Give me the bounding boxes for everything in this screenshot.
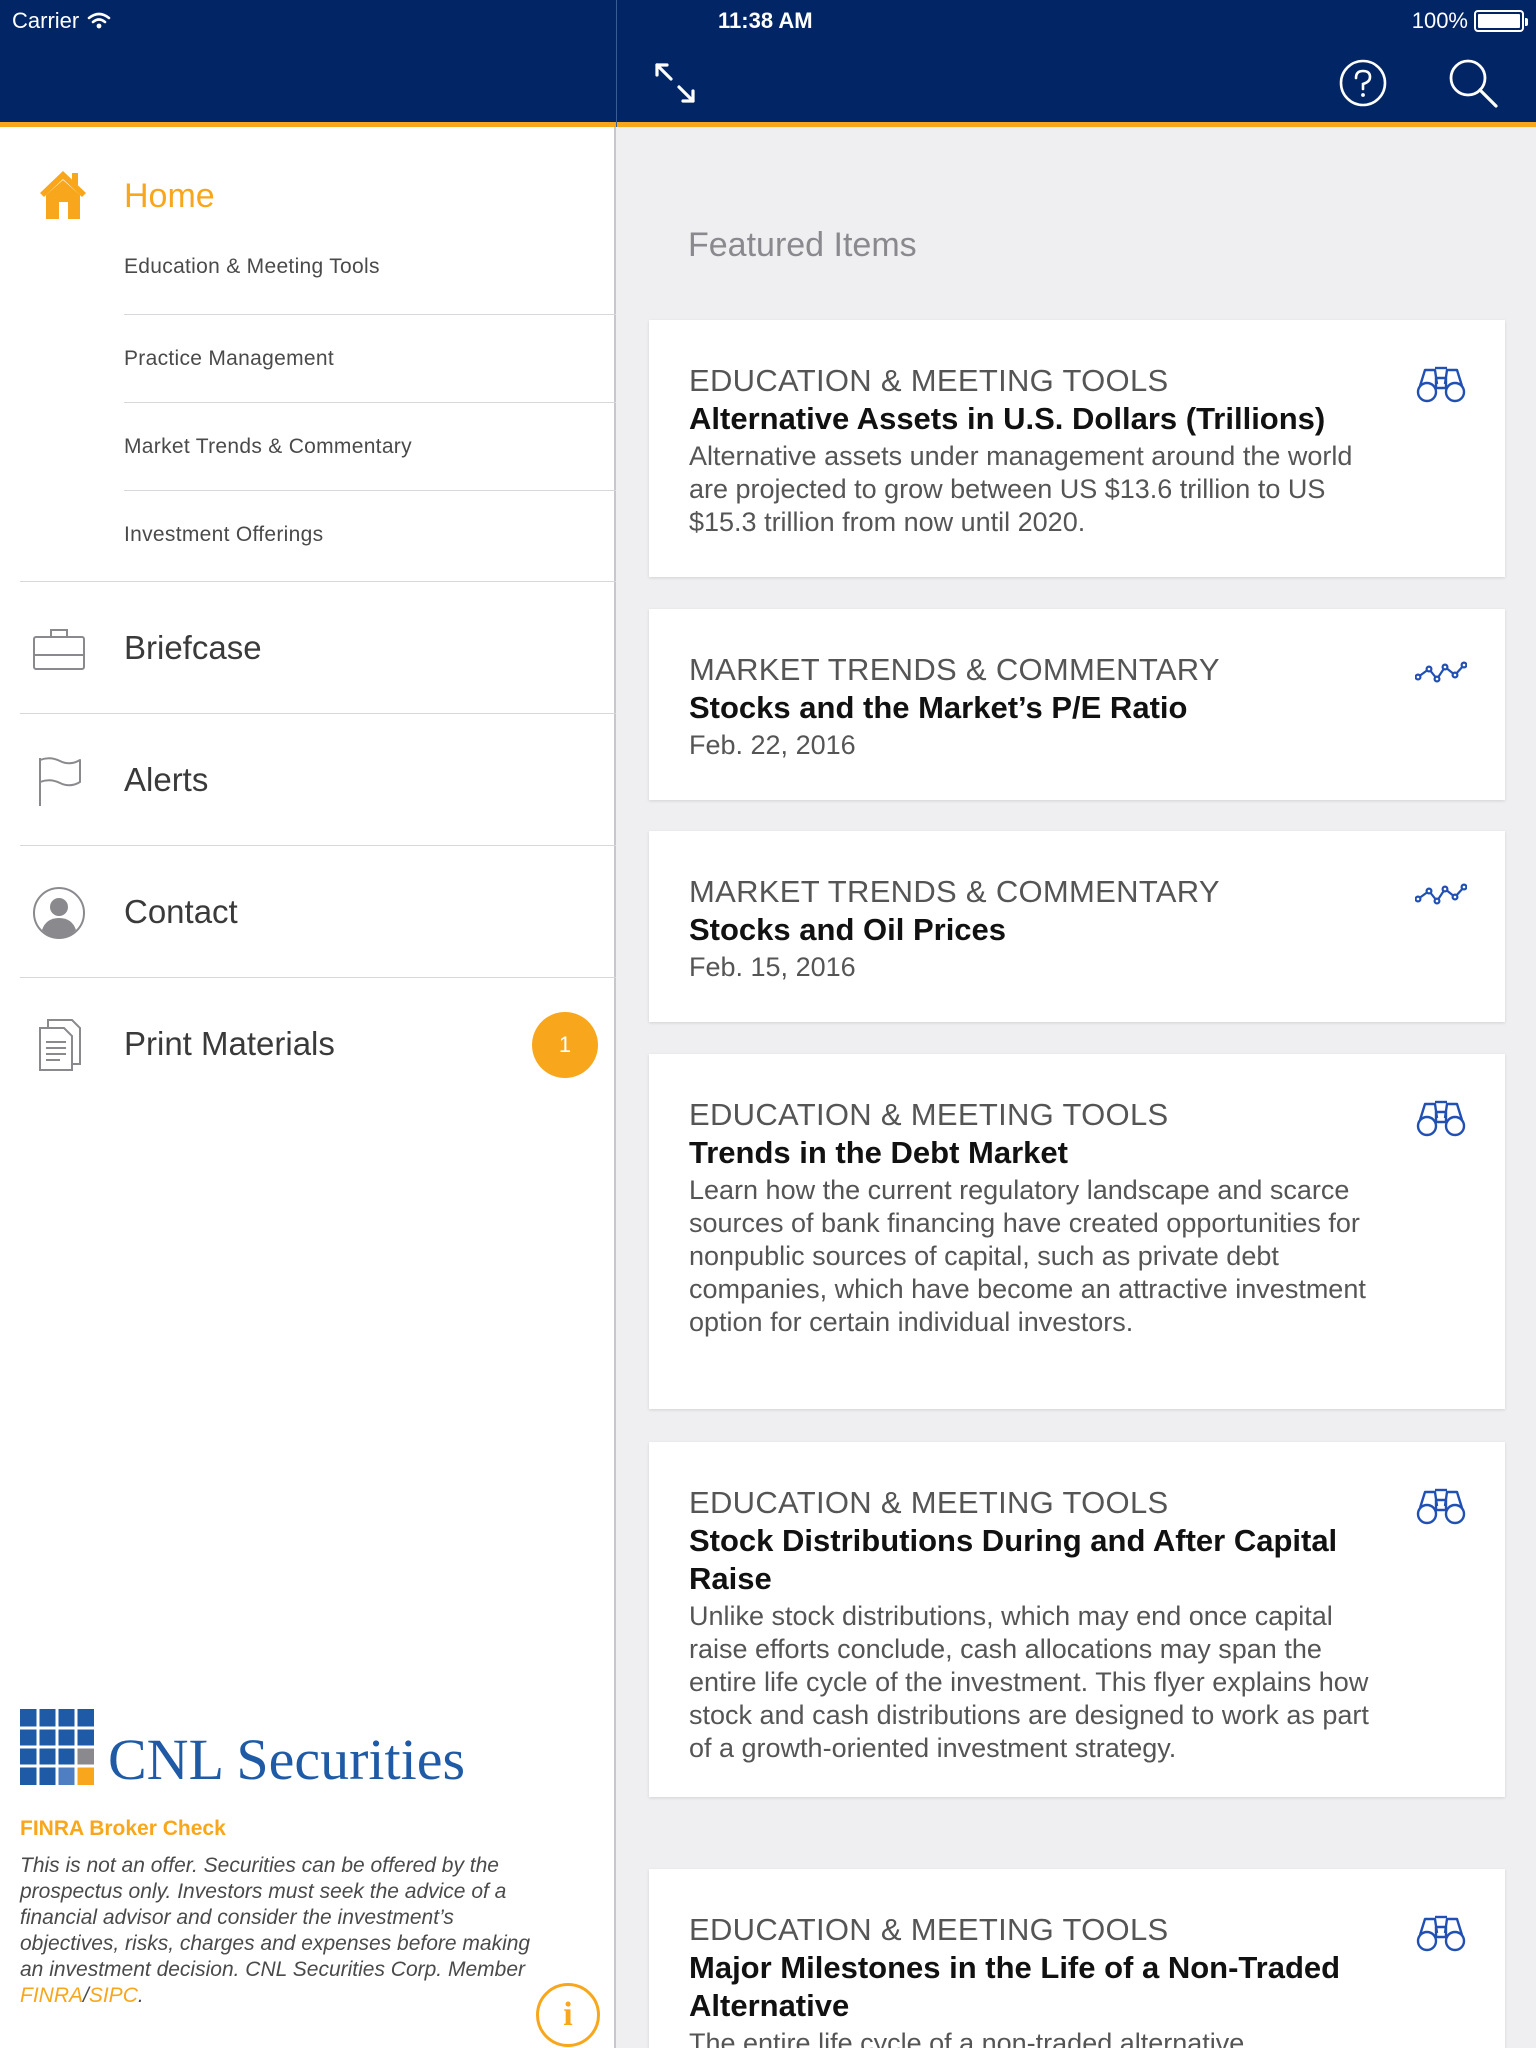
card-title: Stocks and Oil Prices [689, 912, 1007, 947]
battery-icon [1474, 10, 1528, 32]
battery-indicator: 100% [1411, 8, 1528, 34]
card-title: Stock Distributions During and After Cap… [689, 1523, 1338, 1596]
home-label: Home [124, 177, 215, 215]
card-title: Major Milestones in the Life of a Non-Tr… [689, 1950, 1341, 2023]
sidebar-item-contact[interactable]: Contact [20, 845, 616, 977]
subitem-label: Market Trends & Commentary [124, 434, 412, 458]
card-category: EDUCATION & MEETING TOOLS [689, 1097, 1169, 1132]
info-button[interactable]: i [536, 1983, 600, 2047]
flag-icon-wrap [32, 754, 86, 808]
top-bar: Carrier 11:38 AM 100% [0, 0, 1536, 127]
brand-section: CNL Securities FINRA Broker Check This i… [20, 1709, 610, 2009]
trend-line-icon [1415, 883, 1467, 905]
featured-card[interactable]: EDUCATION & MEETING TOOLS Alternative As… [649, 320, 1505, 577]
finra-broker-check-link[interactable]: FINRA Broker Check [20, 1817, 610, 1841]
help-icon [1339, 59, 1387, 107]
card-description: Learn how the current regulatory landsca… [689, 1175, 1366, 1337]
card-category: EDUCATION & MEETING TOOLS [689, 363, 1169, 398]
print-materials-badge: 1 [532, 1012, 598, 1078]
status-bar: Carrier 11:38 AM 100% [0, 0, 1536, 40]
featured-items-title: Featured Items [688, 226, 917, 264]
help-button[interactable] [1338, 58, 1388, 108]
battery-percent: 100% [1411, 8, 1468, 33]
featured-card[interactable]: EDUCATION & MEETING TOOLS Major Mileston… [649, 1869, 1505, 2048]
sidebar-subitem-market-trends[interactable]: Market Trends & Commentary [124, 403, 616, 491]
card-date: Feb. 15, 2016 [689, 952, 856, 982]
cnl-logo-mark-icon [20, 1709, 94, 1785]
carrier-label: Carrier [12, 8, 80, 33]
briefcase-label: Briefcase [124, 628, 262, 666]
featured-card[interactable]: EDUCATION & MEETING TOOLS Stock Distribu… [649, 1442, 1505, 1797]
subitem-label: Practice Management [124, 346, 334, 370]
card-description: Unlike stock distributions, which may en… [689, 1601, 1369, 1763]
home-icon [40, 171, 86, 219]
main-panel: Featured Items EDUCATION & MEETING TOOLS… [618, 127, 1536, 2048]
card-category: MARKET TRENDS & COMMENTARY [689, 874, 1220, 909]
trend-line-icon [1415, 661, 1467, 683]
sidebar-subitem-investment-offerings[interactable]: Investment Offerings [124, 491, 616, 579]
disclaimer-end: . [137, 1984, 144, 2007]
sidebar-subitem-practice[interactable]: Practice Management [124, 315, 616, 403]
sidebar-item-alerts[interactable]: Alerts [20, 713, 616, 845]
logo-text: CNL Securities [108, 1727, 466, 1792]
search-icon [1449, 59, 1498, 108]
sidebar-item-briefcase[interactable]: Briefcase [20, 581, 616, 713]
card-description: The entire life cycle of a non-traded al… [689, 2028, 1245, 2048]
card-title: Stocks and the Market’s P/E Ratio [689, 690, 1188, 725]
wifi-icon [87, 12, 111, 29]
finra-link[interactable]: FINRA [20, 1984, 83, 2007]
print-materials-label: Print Materials [124, 1024, 335, 1062]
sipc-link[interactable]: SIPC [89, 1984, 138, 2007]
search-button[interactable] [1446, 56, 1500, 110]
card-category: MARKET TRENDS & COMMENTARY [689, 652, 1220, 687]
person-icon-wrap [32, 886, 86, 940]
person-icon [33, 887, 85, 939]
carrier-indicator: Carrier [12, 8, 111, 34]
disclaimer-text: This is not an offer. Securities can be … [20, 1853, 540, 2009]
expand-icon [655, 63, 695, 103]
document-icon [39, 1019, 81, 1071]
topbar-divider [616, 0, 617, 127]
sidebar-item-print-materials[interactable]: Print Materials 1 [20, 977, 616, 1109]
sidebar: Home Education & Meeting Tools Practice … [0, 127, 616, 2048]
featured-card[interactable]: MARKET TRENDS & COMMENTARY Stocks and Oi… [649, 831, 1505, 1022]
card-date: Feb. 22, 2016 [689, 730, 856, 760]
card-category: EDUCATION & MEETING TOOLS [689, 1485, 1169, 1520]
binoculars-icon [1416, 1100, 1466, 1137]
card-description: Alternative assets under management arou… [689, 441, 1353, 537]
expand-button[interactable] [650, 58, 700, 108]
clock: 11:38 AM [718, 8, 813, 33]
card-category: EDUCATION & MEETING TOOLS [689, 1912, 1169, 1947]
binoculars-icon [1416, 366, 1466, 403]
subitem-label: Investment Offerings [124, 523, 324, 546]
binoculars-icon [1416, 1915, 1466, 1952]
cnl-logo: CNL Securities [20, 1709, 610, 1789]
flag-icon [39, 757, 81, 806]
document-icon-wrap [32, 1018, 86, 1072]
sidebar-item-home[interactable]: Home [0, 167, 616, 227]
card-title: Trends in the Debt Market [689, 1135, 1068, 1170]
info-icon: i [563, 1996, 573, 2033]
featured-card[interactable]: MARKET TRENDS & COMMENTARY Stocks and th… [649, 609, 1505, 800]
featured-card[interactable]: EDUCATION & MEETING TOOLS Trends in the … [649, 1054, 1505, 1409]
binoculars-icon [1416, 1488, 1466, 1525]
briefcase-icon-wrap [32, 622, 86, 676]
disclaimer-main: This is not an offer. Securities can be … [20, 1854, 531, 1981]
contact-label: Contact [124, 892, 238, 930]
card-title: Alternative Assets in U.S. Dollars (Tril… [689, 401, 1326, 436]
briefcase-icon [33, 629, 85, 670]
sidebar-nav: Briefcase Alerts Contact Print Materials… [20, 581, 616, 1109]
sidebar-subitem-education[interactable]: Education & Meeting Tools [124, 245, 616, 315]
subitem-label: Education & Meeting Tools [124, 255, 380, 278]
home-submenu: Education & Meeting Tools Practice Manag… [124, 245, 616, 579]
alerts-label: Alerts [124, 760, 209, 798]
